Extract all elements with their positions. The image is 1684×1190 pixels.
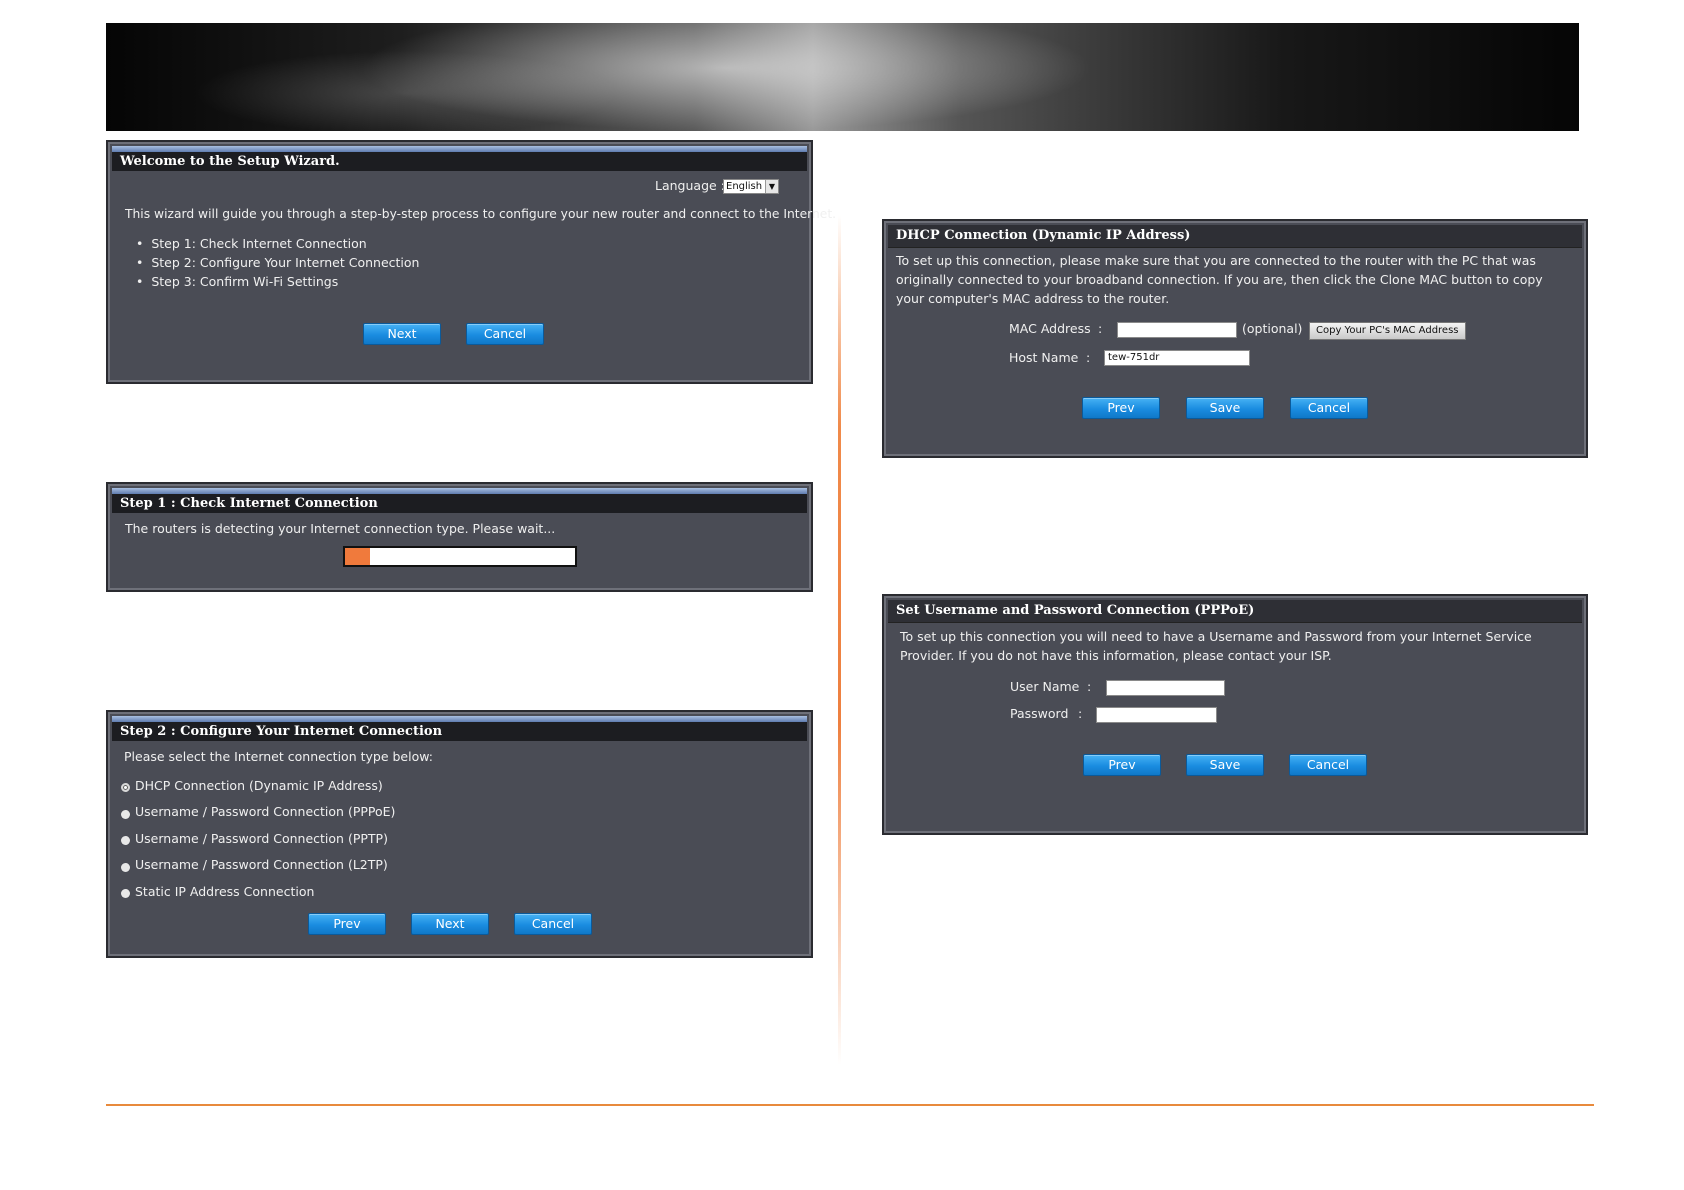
dhcp-description: To set up this connection, please make s… xyxy=(896,253,1543,306)
step2-panel: Step 2 : Configure Your Internet Connect… xyxy=(106,710,813,958)
wizard-step-item: • Step 2: Configure Your Internet Connec… xyxy=(136,255,420,270)
radio-dhcp[interactable] xyxy=(121,783,130,792)
password-input[interactable] xyxy=(1096,707,1217,723)
username-input[interactable] xyxy=(1106,680,1225,696)
welcome-wizard-panel: Welcome to the Setup Wizard. Language : … xyxy=(106,140,836,384)
language-select-value: English xyxy=(726,181,763,192)
mac-address-colon: : xyxy=(1098,321,1103,336)
wizard-step-item: • Step 3: Confirm Wi-Fi Settings xyxy=(136,274,339,289)
language-label: Language : xyxy=(655,178,725,193)
prev-button[interactable]: Prev xyxy=(1082,397,1160,419)
username-label: User Name xyxy=(1010,679,1080,694)
radio-label-pptp[interactable]: Username / Password Connection (PPTP) xyxy=(135,831,388,846)
detection-progress-bar xyxy=(343,546,577,567)
progress-fill xyxy=(345,548,371,565)
vertical-divider xyxy=(838,215,841,1065)
next-button[interactable]: Next xyxy=(363,323,441,345)
chevron-down-icon[interactable]: ▼ xyxy=(765,180,778,193)
connection-type-instruction: Please select the Internet connection ty… xyxy=(124,749,433,764)
cancel-button[interactable]: Cancel xyxy=(514,913,592,935)
header-banner xyxy=(106,23,1579,131)
radio-pppoe[interactable] xyxy=(121,810,130,819)
save-button[interactable]: Save xyxy=(1186,754,1264,776)
footer-rule xyxy=(106,1104,1594,1106)
host-name-label: Host Name xyxy=(1009,350,1079,365)
radio-static-ip[interactable] xyxy=(121,889,130,898)
wizard-step-item: • Step 1: Check Internet Connection xyxy=(136,236,367,251)
pppoe-description: To set up this connection you will need … xyxy=(900,629,1532,663)
host-name-input[interactable]: tew-751dr xyxy=(1104,350,1250,366)
panel-title: Welcome to the Setup Wizard. xyxy=(112,152,807,171)
mac-address-input[interactable] xyxy=(1117,322,1237,338)
prev-button[interactable]: Prev xyxy=(308,913,386,935)
username-colon: : xyxy=(1087,679,1092,694)
prev-button[interactable]: Prev xyxy=(1083,754,1161,776)
radio-label-dhcp[interactable]: DHCP Connection (Dynamic IP Address) xyxy=(135,778,383,793)
panel-title: Step 1 : Check Internet Connection xyxy=(112,494,807,513)
panel-title: Step 2 : Configure Your Internet Connect… xyxy=(112,722,807,741)
next-button[interactable]: Next xyxy=(411,913,489,935)
mac-address-label: MAC Address xyxy=(1009,321,1091,336)
radio-l2tp[interactable] xyxy=(121,863,130,872)
radio-label-l2tp[interactable]: Username / Password Connection (L2TP) xyxy=(135,857,388,872)
wizard-intro: This wizard will guide you through a ste… xyxy=(125,207,837,221)
cancel-button[interactable]: Cancel xyxy=(1290,397,1368,419)
password-label: Password xyxy=(1010,706,1069,721)
pppoe-connection-panel: Set Username and Password Connection (PP… xyxy=(882,594,1588,835)
step1-panel: Step 1 : Check Internet Connection The r… xyxy=(106,482,813,592)
save-button[interactable]: Save xyxy=(1186,397,1264,419)
radio-label-static-ip[interactable]: Static IP Address Connection xyxy=(135,884,314,899)
dhcp-connection-panel: DHCP Connection (Dynamic IP Address) To … xyxy=(882,219,1588,458)
radio-pptp[interactable] xyxy=(121,836,130,845)
panel-title: DHCP Connection (Dynamic IP Address) xyxy=(888,225,1582,248)
cancel-button[interactable]: Cancel xyxy=(1289,754,1367,776)
host-name-colon: : xyxy=(1086,350,1091,365)
password-colon: : xyxy=(1078,706,1083,721)
detection-message: The routers is detecting your Internet c… xyxy=(125,521,556,536)
panel-title: Set Username and Password Connection (PP… xyxy=(888,600,1582,623)
language-select[interactable]: English ▼ xyxy=(723,179,779,194)
copy-mac-address-button[interactable]: Copy Your PC's MAC Address xyxy=(1309,322,1466,340)
radio-label-pppoe[interactable]: Username / Password Connection (PPPoE) xyxy=(135,804,395,819)
cancel-button[interactable]: Cancel xyxy=(466,323,544,345)
mac-optional-note: (optional) xyxy=(1242,321,1303,336)
